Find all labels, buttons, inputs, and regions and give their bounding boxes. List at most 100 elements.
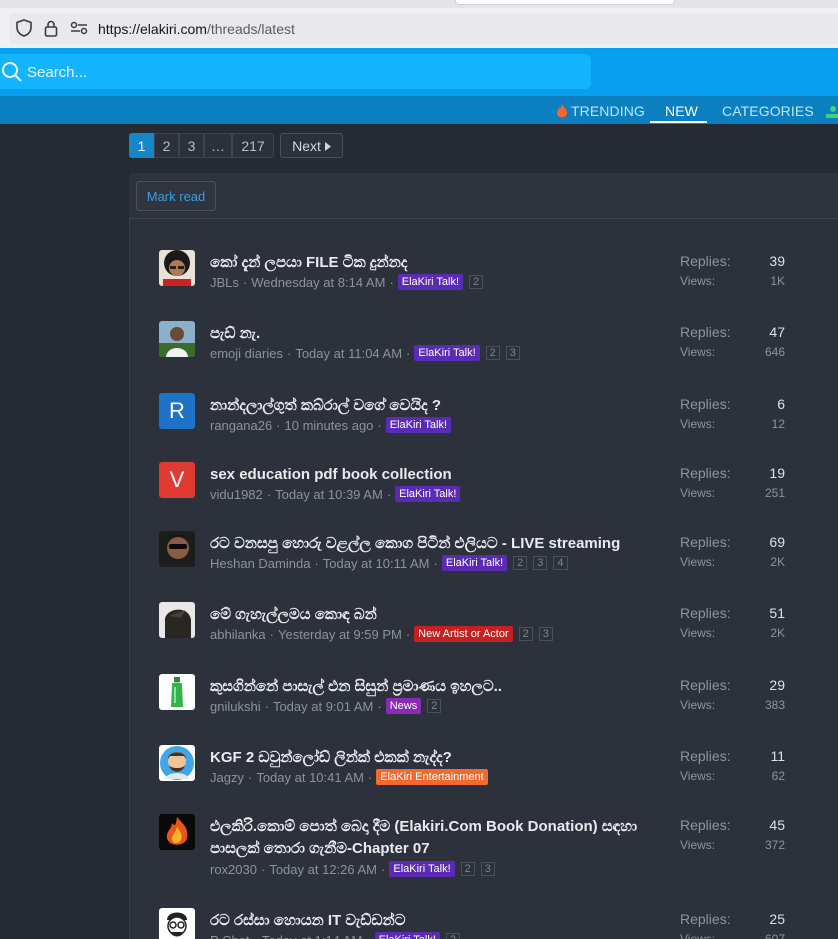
thread-time[interactable]: Today at 10:39 AM: [275, 487, 383, 502]
thread-author[interactable]: emoji diaries: [210, 346, 283, 361]
thread-author[interactable]: gnilukshi: [210, 699, 261, 714]
views-count: 1K: [770, 274, 785, 288]
search-input[interactable]: [0, 54, 591, 89]
separator-dot: ·: [433, 555, 438, 571]
thread-prefix-badge[interactable]: ElaKiri Talk!: [414, 345, 480, 361]
views-count: 646: [764, 345, 785, 359]
thread-prefix-badge[interactable]: ElaKiri Talk!: [441, 555, 508, 571]
thread-title[interactable]: රට රස්සා හොයන IT වැඩ්ඩන්ට: [210, 910, 640, 932]
thread-row[interactable]: කෝ දැන් ලපයා FILE ටික දුන්නද JBLs · Wednesd…: [130, 245, 838, 315]
thread-time[interactable]: Today at 10:11 AM: [323, 556, 430, 571]
thread-author[interactable]: rox2030: [210, 862, 257, 877]
url-host: https://elakiri.com: [98, 21, 207, 37]
thread-time[interactable]: Yesterday at 9:59 PM: [278, 627, 402, 642]
thread-page-link[interactable]: 3: [533, 556, 548, 570]
thread-author[interactable]: P Chat: [210, 933, 250, 939]
thread-page-link[interactable]: 3: [480, 862, 495, 876]
thread-prefix-badge[interactable]: ElaKiri Talk!: [385, 417, 452, 433]
page-2-button[interactable]: 2: [154, 133, 179, 158]
thread-prefix-badge[interactable]: News: [385, 698, 422, 714]
thread-row[interactable]: පැඩ් නැ. emoji diaries · Today at 11:04 AM ·…: [130, 316, 838, 386]
thread-row[interactable]: රට වනසපු හොරු වළල්ල කොග පිටින් එලියට - L…: [130, 526, 838, 596]
thread-page-link[interactable]: 2: [445, 933, 461, 939]
thread-time[interactable]: Today at 1:14 AM: [262, 933, 362, 939]
thread-page-link[interactable]: 2: [469, 275, 484, 289]
avatar[interactable]: V: [159, 462, 195, 498]
next-label: Next: [292, 137, 321, 154]
avatar[interactable]: [159, 602, 195, 638]
thread-page-link[interactable]: 3: [538, 627, 553, 641]
thread-page-link[interactable]: 2: [427, 699, 442, 713]
thread-row[interactable]: මේ ගැහැල්ලමය කොඳ බන් abhilanka · Yesterday …: [130, 597, 838, 667]
page-ellipsis-button[interactable]: …: [204, 133, 232, 158]
avatar-letter: V: [169, 467, 185, 492]
thread-row[interactable]: රට රස්සා හොයන IT වැඩ්ඩන්ටP Chat · Today at…: [130, 903, 838, 939]
thread-page-link[interactable]: 2: [485, 346, 500, 360]
permissions-icon[interactable]: [70, 19, 88, 37]
page-3-button[interactable]: 3: [179, 133, 204, 158]
thread-meta: Jagzy · Today at 10:41 AM · ElaKiri Entertai…: [210, 769, 488, 785]
active-tab[interactable]: [455, 0, 675, 5]
thread-author[interactable]: Heshan Daminda: [210, 556, 310, 571]
nav-categories[interactable]: CATEGORIES: [722, 103, 814, 119]
thread-title[interactable]: රට වනසපු හොරු වළල්ල කොග පිටින් එලියට - L…: [210, 533, 640, 555]
thread-row[interactable]: Vsex education pdf book collection vidu19…: [130, 457, 838, 527]
lock-icon[interactable]: [42, 19, 60, 37]
thread-prefix-badge[interactable]: ElaKiri Entertainment: [376, 769, 488, 785]
replies-label: Replies:: [680, 677, 731, 693]
thread-title[interactable]: එලකිරි.කොම් පොත් බෙදා දීම (Elakiri.Com B…: [210, 816, 640, 860]
thread-author[interactable]: Jagzy: [210, 770, 244, 785]
thread-title[interactable]: කෝ දැන් ලපයා FILE ටික දුන්නද: [210, 252, 640, 274]
thread-author[interactable]: vidu1982: [210, 487, 263, 502]
thread-time[interactable]: Today at 11:04 AM: [295, 346, 402, 361]
thread-page-link[interactable]: 2: [460, 862, 475, 876]
next-page-button[interactable]: Next: [280, 133, 343, 158]
thread-title[interactable]: පැඩ් නැ.: [210, 323, 640, 345]
thread-time[interactable]: 10 minutes ago: [285, 418, 374, 433]
page-1-button[interactable]: 1: [129, 133, 154, 158]
thread-title[interactable]: මේ ගැහැල්ලමය කොඳ බන්: [210, 604, 640, 626]
url-text[interactable]: https://elakiri.com/threads/latest: [98, 21, 295, 37]
page-217-button[interactable]: 217: [232, 133, 274, 158]
avatar[interactable]: [159, 250, 195, 286]
thread-page-link[interactable]: 2: [518, 627, 533, 641]
nav-new[interactable]: NEW: [665, 103, 698, 119]
thread-author[interactable]: abhilanka: [210, 627, 266, 642]
thread-time[interactable]: Today at 9:01 AM: [273, 699, 373, 714]
thread-row[interactable]: කුසගින්නේ පාසැල් එන සිසුන් ප්‍රමාණය ඉහලට…: [130, 669, 838, 739]
thread-prefix-badge[interactable]: New Artist or Actor: [414, 626, 513, 642]
nav-trending[interactable]: TRENDING: [571, 103, 645, 119]
avatar[interactable]: [159, 908, 195, 939]
avatar[interactable]: [159, 674, 195, 710]
avatar[interactable]: [159, 531, 195, 567]
thread-row[interactable]: එලකිරි.කොම් පොත් බෙදා දීම (Elakiri.Com B…: [130, 809, 838, 879]
thread-time[interactable]: Today at 12:26 AM: [269, 862, 377, 877]
thread-meta: Heshan Daminda · Today at 10:11 AM · ElaKiri…: [210, 555, 568, 571]
thread-prefix-badge[interactable]: ElaKiri Talk!: [395, 486, 461, 502]
thread-author[interactable]: rangana26: [210, 418, 272, 433]
thread-title[interactable]: sex education pdf book collection: [210, 464, 640, 486]
user-icon[interactable]: [824, 104, 838, 120]
avatar[interactable]: R: [159, 393, 195, 429]
thread-row[interactable]: R නාන්දලාල්ගුත් කබ්රාල් වගේ වෙයිද ? rangan…: [130, 388, 838, 458]
shield-icon[interactable]: [15, 19, 33, 37]
thread-time[interactable]: Today at 10:41 AM: [256, 770, 364, 785]
avatar[interactable]: [159, 745, 195, 781]
thread-prefix-badge[interactable]: ElaKiri Talk!: [397, 274, 464, 290]
thread-title[interactable]: නාන්දලාල්ගුත් කබ්රාල් වගේ වෙයිද ?: [210, 395, 640, 417]
thread-page-link[interactable]: 4: [553, 556, 568, 570]
avatar[interactable]: [159, 814, 195, 850]
search-icon[interactable]: [1, 61, 23, 83]
mark-read-button[interactable]: Mark read: [136, 181, 216, 211]
thread-title[interactable]: කුසගින්නේ පාසැල් එන සිසුන් ප්‍රමාණය ඉහලට…: [210, 676, 640, 698]
thread-time[interactable]: Wednesday at 8:14 AM: [251, 275, 385, 290]
thread-page-link[interactable]: 3: [505, 346, 520, 360]
thread-row[interactable]: KGF 2 ඩවුන්ලෝඩ් ලින්ක් එකක් නැද්ද? Jagzy ·…: [130, 740, 838, 810]
thread-prefix-badge[interactable]: ElaKiri Talk!: [389, 861, 455, 877]
views-label: Views:: [680, 486, 716, 500]
thread-title[interactable]: KGF 2 ඩවුන්ලෝඩ් ලින්ක් එකක් නැද්ද?: [210, 747, 640, 769]
avatar[interactable]: [159, 321, 195, 357]
thread-page-link[interactable]: 2: [513, 556, 528, 570]
thread-author[interactable]: JBLs: [210, 275, 239, 290]
thread-prefix-badge[interactable]: ElaKiri Talk!: [374, 932, 440, 939]
